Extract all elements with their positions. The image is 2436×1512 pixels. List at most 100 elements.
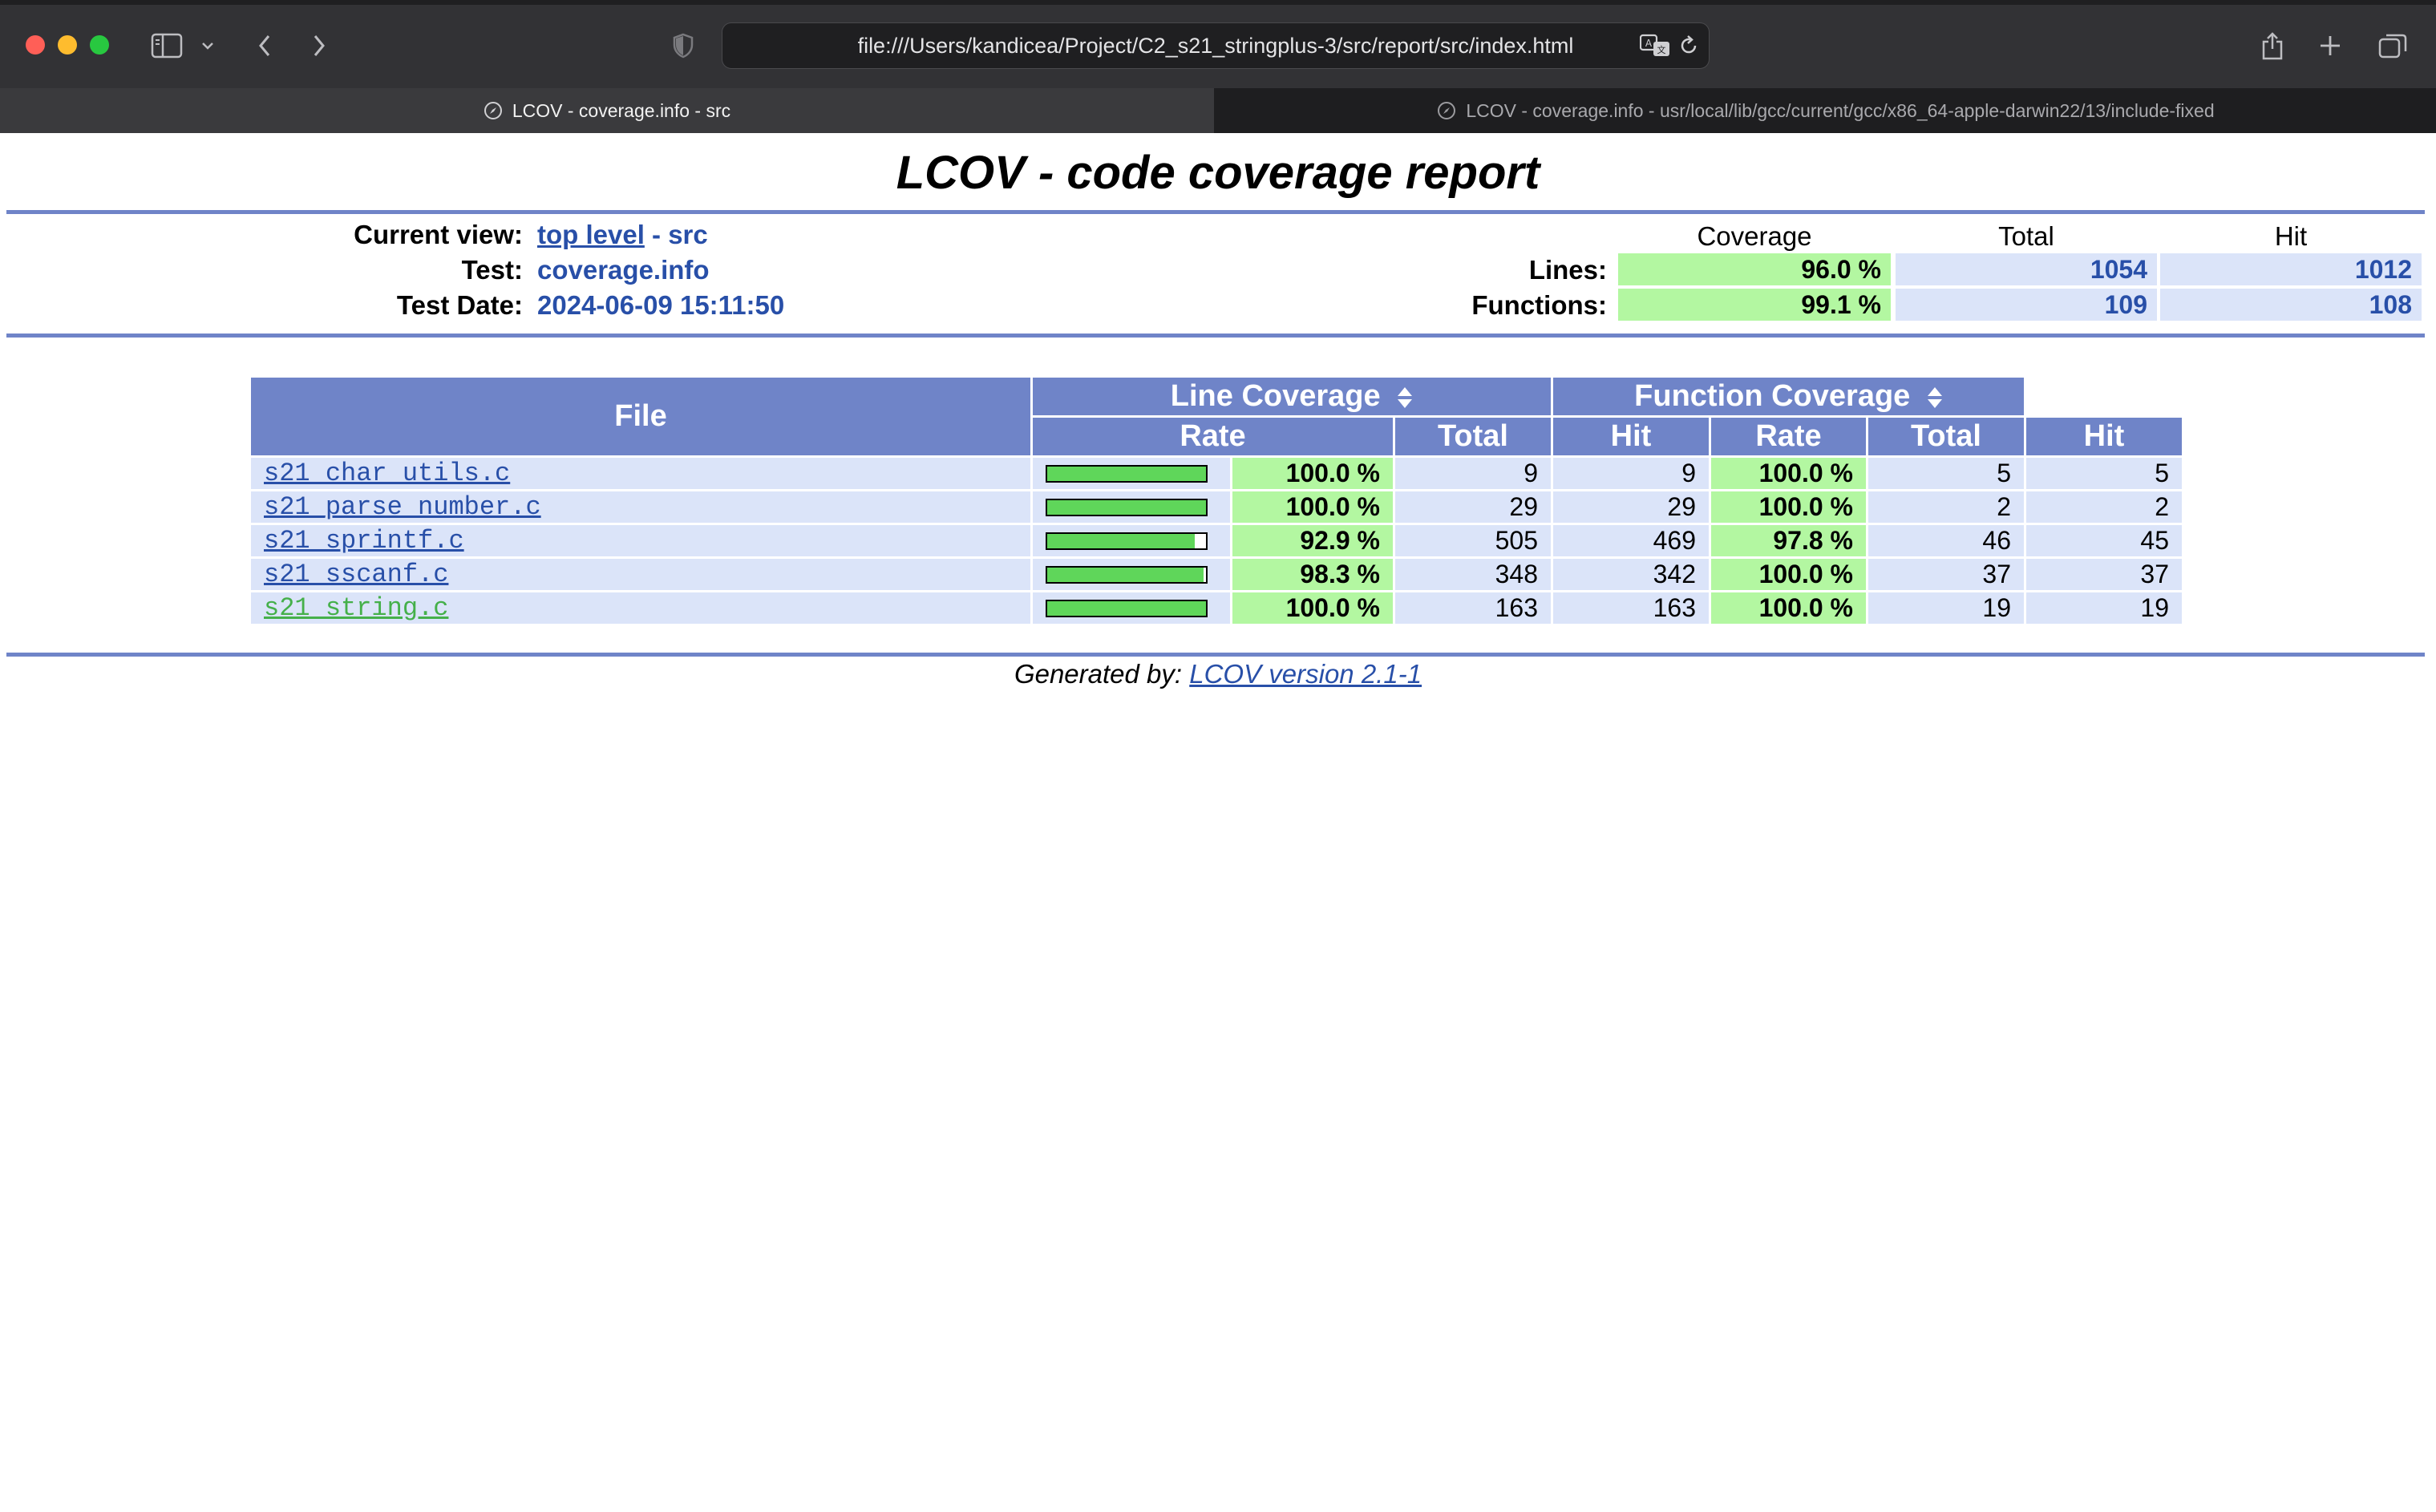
compass-icon — [484, 101, 503, 120]
line-coverage-bar-cell — [1033, 525, 1230, 556]
summary-lines-hit: 1012 — [2160, 253, 2422, 285]
coverage-bar-fill — [1047, 533, 1195, 548]
file-link[interactable]: s21_sprintf.c — [264, 526, 464, 556]
line-coverage-bar-cell — [1033, 458, 1230, 489]
function-hit-cell: 19 — [2026, 592, 2182, 624]
toolbar-top-edge — [0, 0, 2436, 5]
function-total-cell: 19 — [1868, 592, 2024, 624]
function-coverage-header[interactable]: Function Coverage — [1553, 378, 2024, 415]
summary-functions-coverage: 99.1 % — [1618, 289, 1891, 321]
page-title: LCOV - code coverage report — [896, 147, 1540, 199]
reload-icon — [1681, 35, 1697, 54]
line-rate-cell: 100.0 % — [1232, 592, 1393, 624]
footer: Generated by: LCOV version 2.1-1 — [0, 659, 2436, 689]
line-hit-cell: 9 — [1553, 458, 1709, 489]
page-content: LCOV - code coverage report Current view… — [0, 133, 2436, 1512]
header-rule-top — [6, 210, 2425, 214]
file-name-cell: s21_sscanf.c — [251, 559, 1030, 590]
reload-button[interactable] — [1678, 34, 1699, 61]
function-rate-cell: 100.0 % — [1711, 559, 1866, 590]
line-total-cell: 163 — [1395, 592, 1551, 624]
function-total-cell: 5 — [1868, 458, 2024, 489]
summary-hit-header: Hit — [2274, 221, 2308, 251]
function-total-header: Total — [1868, 418, 2024, 455]
line-total-cell: 29 — [1395, 491, 1551, 523]
address-bar[interactable]: file:///Users/kandicea/Project/C2_s21_st… — [722, 22, 1710, 69]
sort-icon — [1927, 386, 1942, 408]
tab-bar: LCOV - coverage.info - src LCOV - covera… — [0, 88, 2436, 133]
tab-lcov-include-fixed[interactable]: LCOV - coverage.info - usr/local/lib/gcc… — [1216, 88, 2436, 133]
coverage-bar — [1046, 498, 1208, 516]
coverage-bar-fill — [1047, 499, 1206, 515]
zoom-window-button[interactable] — [90, 35, 109, 55]
line-hit-header: Hit — [1553, 418, 1709, 455]
table-row: s21_sprintf.c 92.9 % 505 469 97.8 % 46 45 — [251, 525, 2182, 556]
table-row: s21_sscanf.c 98.3 % 348 342 100.0 % 37 37 — [251, 559, 2182, 590]
function-hit-cell: 37 — [2026, 559, 2182, 590]
address-bar-url: file:///Users/kandicea/Project/C2_s21_st… — [857, 34, 1574, 58]
summary-lines-total: 1054 — [1896, 253, 2157, 285]
tab-overview-button[interactable] — [2375, 24, 2410, 67]
footer-rule — [6, 653, 2425, 657]
function-rate-header: Rate — [1711, 418, 1866, 455]
function-rate-cell: 100.0 % — [1711, 592, 1866, 624]
coverage-bar — [1046, 599, 1208, 617]
translate-button[interactable]: A 文 — [1639, 34, 1670, 62]
tab-label: LCOV - coverage.info - src — [512, 99, 731, 121]
compass-icon — [1437, 101, 1456, 120]
minimize-window-button[interactable] — [58, 35, 77, 55]
line-coverage-bar-cell — [1033, 491, 1230, 523]
function-hit-cell: 45 — [2026, 525, 2182, 556]
line-rate-cell: 98.3 % — [1232, 559, 1393, 590]
coverage-bar-fill — [1047, 567, 1204, 582]
sort-icon — [1398, 386, 1413, 408]
line-coverage-header[interactable]: Line Coverage — [1033, 378, 1551, 415]
function-total-cell: 46 — [1868, 525, 2024, 556]
line-rate-cell: 100.0 % — [1232, 491, 1393, 523]
summary-functions-label: Functions: — [1471, 290, 1607, 320]
line-coverage-header-label: Line Coverage — [1170, 379, 1381, 413]
chevron-right-icon — [314, 35, 325, 56]
test-label: Test: — [461, 255, 523, 285]
coverage-bar — [1046, 464, 1208, 483]
table-row: s21_string.c 100.0 % 163 163 100.0 % 19 19 — [251, 592, 2182, 624]
line-rate-cell: 100.0 % — [1232, 458, 1393, 489]
share-button[interactable] — [2256, 24, 2288, 67]
plus-icon — [2321, 36, 2340, 55]
summary-coverage-header: Coverage — [1697, 221, 1812, 251]
new-tab-button[interactable] — [2314, 24, 2346, 67]
share-icon — [2262, 32, 2283, 60]
function-hit-header: Hit — [2026, 418, 2182, 455]
test-date-label: Test Date: — [396, 290, 523, 320]
privacy-report-button[interactable] — [667, 24, 699, 67]
coverage-bar-fill — [1047, 466, 1206, 481]
top-level-link[interactable]: top level — [537, 220, 645, 249]
sidebar-toggle-button[interactable] — [146, 24, 188, 67]
file-link[interactable]: s21_string.c — [264, 593, 448, 623]
close-window-button[interactable] — [26, 35, 45, 55]
file-name-cell: s21_parse_number.c — [251, 491, 1030, 523]
tab-overview-dropdown-button[interactable] — [196, 24, 220, 67]
line-hit-cell: 469 — [1553, 525, 1709, 556]
file-link[interactable]: s21_char_utils.c — [264, 459, 510, 488]
forward-button[interactable] — [303, 24, 335, 67]
line-hit-cell: 29 — [1553, 491, 1709, 523]
tab-lcov-src[interactable]: LCOV - coverage.info - src — [0, 88, 1214, 133]
summary-lines-coverage: 96.0 % — [1618, 253, 1891, 285]
line-coverage-bar-cell — [1033, 559, 1230, 590]
line-rate-header: Rate — [1033, 418, 1393, 455]
table-row: s21_char_utils.c 100.0 % 9 9 100.0 % 5 5 — [251, 458, 2182, 489]
function-coverage-header-label: Function Coverage — [1634, 379, 1911, 413]
header-rule-bottom — [6, 334, 2425, 338]
current-view-label: Current view: — [354, 220, 523, 249]
current-view-rest: - src — [644, 220, 708, 249]
file-link[interactable]: s21_sscanf.c — [264, 560, 448, 589]
chevron-left-icon — [259, 35, 270, 56]
file-link[interactable]: s21_parse_number.c — [264, 492, 541, 522]
lcov-version-link[interactable]: LCOV version 2.1-1 — [1189, 659, 1422, 689]
current-view-value: top level - src — [537, 220, 708, 250]
coverage-bar — [1046, 532, 1208, 550]
file-column-header: File — [251, 378, 1030, 455]
sidebar-icon — [151, 33, 183, 59]
back-button[interactable] — [249, 24, 281, 67]
